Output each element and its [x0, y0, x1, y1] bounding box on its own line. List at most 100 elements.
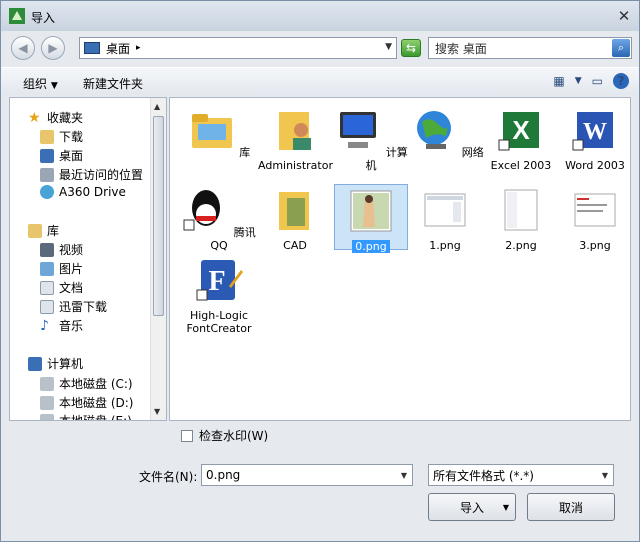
sidebar-favorites[interactable]: ★ 收藏夹 [28, 109, 83, 126]
sidebar-item-xunlei[interactable]: 迅雷下载 [40, 298, 107, 315]
sidebar-item-label: 桌面 [59, 149, 84, 163]
file-label: CAD [283, 239, 307, 252]
computer-icon [340, 112, 377, 148]
qq-icon [183, 190, 221, 231]
navigation-bar: ◀ ▶ 桌面 ▸ ▼ ⇆ 搜索 桌面 ⌕ [1, 31, 639, 65]
file-item-computer[interactable]: 计算机 [334, 106, 408, 172]
sidebar-item-videos[interactable]: 视频 [40, 241, 83, 258]
back-button[interactable]: ◀ [11, 36, 35, 60]
fontcreator-icon: F [196, 260, 243, 301]
user-folder-icon [279, 112, 311, 150]
file-item-administrator[interactable]: Administrator [258, 106, 333, 172]
filetype-dropdown-icon[interactable]: ▼ [597, 465, 613, 485]
sidebar-libraries[interactable]: 库 [28, 222, 59, 239]
filetype-select[interactable]: 所有文件格式 (*.*) ▼ [428, 464, 614, 486]
sidebar-computer[interactable]: 计算机 [28, 355, 83, 372]
svg-text:F: F [208, 266, 225, 297]
file-item-word[interactable]: W Word 2003 [558, 106, 630, 172]
sidebar-item-music[interactable]: ♪ 音乐 [40, 317, 83, 334]
dialog-footer: 检查水印(W) 文件名(N): 0.png ▼ 所有文件格式 (*.*) ▼ 导… [1, 421, 639, 541]
checkbox-box[interactable] [181, 429, 193, 442]
filename-field[interactable]: 0.png ▼ [201, 464, 413, 486]
file-item-1png[interactable]: 1.png [408, 186, 482, 252]
computer-icon [28, 356, 42, 371]
desktop-icon [84, 42, 100, 54]
sidebar-item-pictures[interactable]: 图片 [40, 260, 83, 277]
address-dropdown-icon[interactable]: ▼ [385, 42, 392, 52]
sidebar-item-label: 文档 [59, 281, 84, 295]
import-button[interactable]: 导入 ▼ [428, 493, 516, 521]
close-button[interactable]: ✕ [615, 7, 633, 25]
sidebar-computer-label: 计算机 [47, 357, 84, 371]
search-placeholder: 搜索 桌面 [435, 41, 487, 56]
scrollbar-thumb[interactable] [153, 116, 164, 316]
file-item-qq[interactable]: 腾讯QQ [182, 186, 256, 252]
app-icon [9, 8, 25, 24]
video-icon [40, 242, 54, 257]
image-thumbnail [504, 189, 538, 231]
scroll-up-icon[interactable]: ▲ [154, 102, 160, 111]
file-item-cad[interactable]: CAD [258, 186, 332, 252]
file-item-0png[interactable]: 0.png [334, 184, 408, 253]
image-thumbnail [350, 190, 392, 232]
drive-icon [40, 395, 54, 410]
sidebar-item-a360[interactable]: A360 Drive [40, 185, 126, 199]
file-item-fontcreator[interactable]: F High-Logic FontCreator [182, 256, 256, 335]
organize-menu[interactable]: 组织 ▼ [23, 75, 58, 92]
new-folder-button[interactable]: 新建文件夹 [83, 75, 143, 92]
file-list: 库 Administrator 计算机 网络 X Excel 2003 W Wo… [169, 97, 631, 421]
file-item-library[interactable]: 库 [182, 106, 256, 159]
drive-icon [40, 413, 54, 420]
sidebar-item-recent[interactable]: 最近访问的位置 [40, 166, 143, 183]
file-item-3png[interactable]: 3.png [558, 186, 630, 252]
sidebar-item-desktop[interactable]: 桌面 [40, 147, 83, 164]
word-icon: W [572, 112, 613, 151]
sidebar-item-label: 本地磁盘 (C:) [59, 377, 133, 391]
search-icon[interactable]: ⌕ [612, 39, 630, 57]
sidebar-scrollbar[interactable]: ▲ ▼ [150, 98, 166, 420]
sidebar-item-drive-e[interactable]: 本地磁盘 (E:) [40, 412, 132, 420]
sidebar-libraries-label: 库 [47, 224, 60, 238]
import-dialog: 导入 ✕ ◀ ▶ 桌面 ▸ ▼ ⇆ 搜索 桌面 ⌕ 组织 ▼ 新建文件夹 ▦ ▼… [0, 0, 640, 542]
refresh-button[interactable]: ⇆ [401, 39, 421, 57]
watermark-checkbox[interactable]: 检查水印(W) [181, 427, 268, 444]
forward-button[interactable]: ▶ [41, 36, 65, 60]
sidebar-item-label: A360 Drive [59, 185, 126, 199]
sidebar-item-label: 迅雷下载 [59, 300, 108, 314]
filename-label: 文件名(N): [139, 470, 198, 484]
address-bar[interactable]: 桌面 ▸ ▼ [79, 37, 397, 59]
file-label: 0.png [352, 240, 390, 253]
import-dropdown-icon[interactable]: ▼ [503, 503, 509, 512]
sidebar-item-label: 音乐 [59, 319, 84, 333]
file-item-network[interactable]: 网络 [410, 106, 484, 159]
sidebar-item-label: 最近访问的位置 [59, 168, 144, 182]
chevron-down-icon: ▼ [50, 81, 58, 91]
window-title: 导入 [31, 11, 56, 25]
cancel-button[interactable]: 取消 [527, 493, 615, 521]
filename-dropdown-icon[interactable]: ▼ [396, 465, 412, 485]
breadcrumb-chevron-icon[interactable]: ▸ [136, 43, 141, 53]
view-dropdown-icon[interactable]: ▼ [575, 76, 582, 86]
navigation-pane: ★ 收藏夹 下载 桌面 最近访问的位置 A360 Drive 库 视频 图片 文档… [9, 97, 167, 421]
view-options-icon[interactable]: ▦ [553, 74, 564, 88]
pictures-icon [40, 261, 54, 276]
file-item-excel[interactable]: X Excel 2003 [484, 106, 558, 172]
search-input[interactable]: 搜索 桌面 ⌕ [428, 37, 632, 59]
help-icon[interactable]: ? [613, 73, 629, 89]
recent-places-icon [40, 167, 54, 182]
file-label: 网络 [461, 146, 484, 159]
image-thumbnail [424, 193, 466, 227]
cancel-button-label: 取消 [558, 500, 583, 515]
music-icon: ♪ [40, 317, 49, 334]
file-label: Administrator [258, 159, 333, 172]
scroll-down-icon[interactable]: ▼ [154, 407, 160, 416]
sidebar-item-label: 视频 [59, 243, 84, 257]
image-thumbnail [574, 193, 616, 227]
sidebar-item-documents[interactable]: 文档 [40, 279, 83, 296]
sidebar-item-downloads[interactable]: 下载 [40, 128, 83, 145]
filename-value: 0.png [206, 468, 241, 482]
file-item-2png[interactable]: 2.png [484, 186, 558, 252]
preview-pane-icon[interactable]: ▭ [592, 74, 603, 88]
sidebar-item-drive-d[interactable]: 本地磁盘 (D:) [40, 394, 133, 411]
sidebar-item-drive-c[interactable]: 本地磁盘 (C:) [40, 375, 133, 392]
